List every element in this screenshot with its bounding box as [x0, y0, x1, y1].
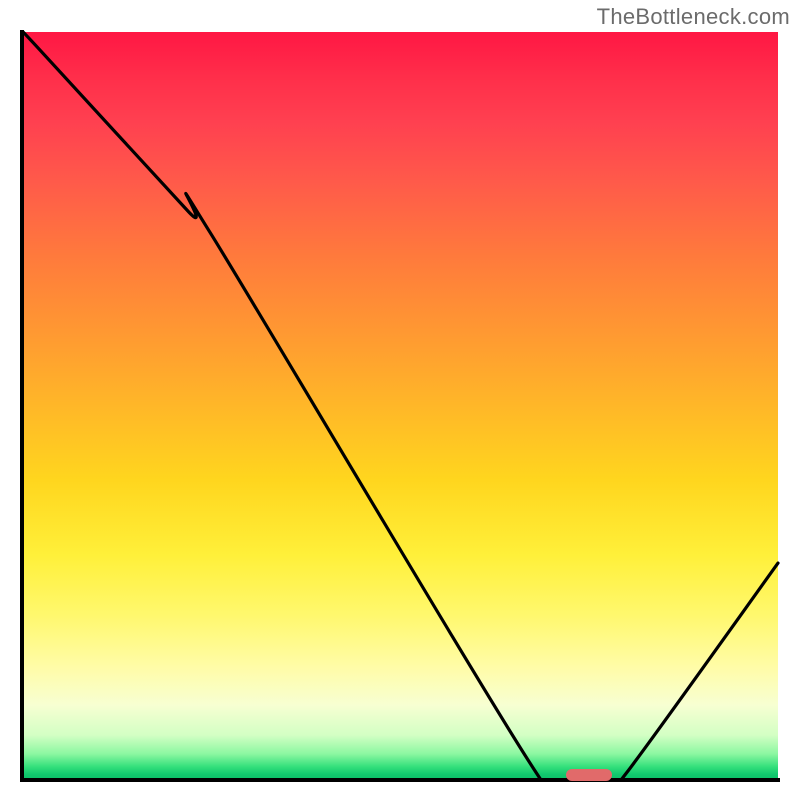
axes: [20, 30, 780, 782]
chart-container: TheBottleneck.com: [0, 0, 800, 800]
attribution-text: TheBottleneck.com: [597, 4, 790, 30]
optimal-range-marker: [566, 769, 611, 781]
plot-area: [20, 30, 780, 782]
